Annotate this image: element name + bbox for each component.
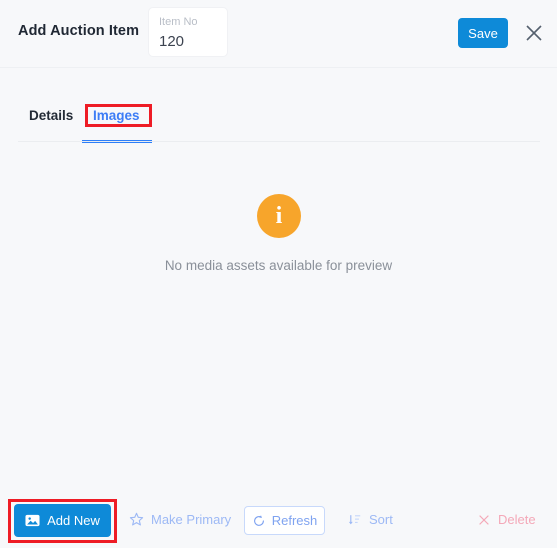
tab-bar: Details Images <box>0 96 557 143</box>
close-icon[interactable] <box>521 20 547 46</box>
delete-label: Delete <box>498 512 536 527</box>
delete-button[interactable]: Delete <box>477 512 536 527</box>
sort-label: Sort <box>369 512 393 527</box>
sort-button[interactable]: Sort <box>348 512 393 527</box>
refresh-icon <box>252 514 266 528</box>
star-icon <box>129 512 144 527</box>
add-new-button[interactable]: Add New <box>14 504 111 537</box>
images-panel: i No media assets available for preview <box>0 142 557 487</box>
empty-state-message: No media assets available for preview <box>164 258 393 273</box>
add-new-label: Add New <box>47 513 100 528</box>
item-no-label: Item No <box>159 16 198 28</box>
make-primary-label: Make Primary <box>151 512 232 527</box>
tab-images[interactable]: Images <box>93 108 140 123</box>
item-no-value: 120 <box>159 33 185 50</box>
save-button[interactable]: Save <box>458 18 508 48</box>
refresh-button[interactable]: Refresh <box>244 506 325 535</box>
info-icon-glyph: i <box>275 202 283 229</box>
item-no-field[interactable]: Item No 120 <box>148 7 228 57</box>
sort-icon <box>348 513 362 527</box>
info-icon: i <box>257 194 301 238</box>
close-icon <box>477 513 491 527</box>
dialog-header: Add Auction Item Item No 120 Save <box>0 0 557 68</box>
tab-details[interactable]: Details <box>29 108 73 123</box>
make-primary-button[interactable]: Make Primary <box>129 512 231 527</box>
page-title: Add Auction Item <box>18 23 140 39</box>
image-icon <box>25 513 40 528</box>
refresh-label: Refresh <box>271 513 318 528</box>
